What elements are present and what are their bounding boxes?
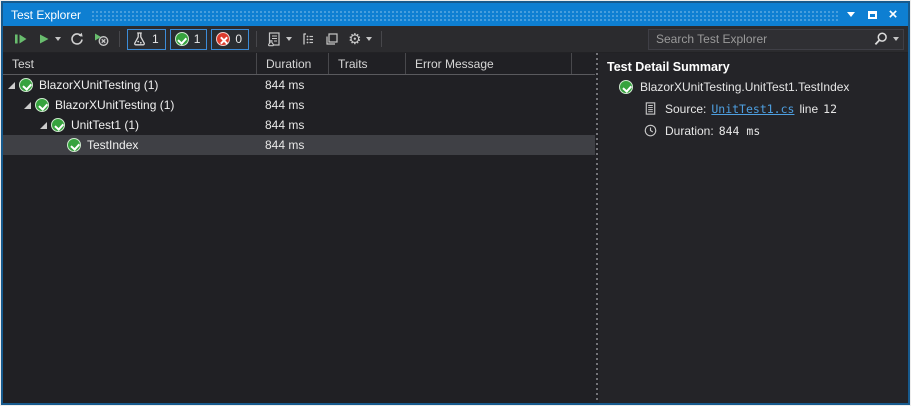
- detail-source-row: Source: UnitTest1.cs line 12: [643, 101, 908, 116]
- detail-test-name: BlazorXUnitTesting.UnitTest1.TestIndex: [640, 80, 850, 94]
- cancel-run-icon: [95, 33, 109, 46]
- source-file-icon: [645, 102, 656, 115]
- passed-icon: [67, 138, 81, 152]
- settings-button[interactable]: ⚙: [345, 28, 374, 50]
- group-by-button[interactable]: [297, 28, 319, 50]
- line-number: 12: [823, 101, 837, 116]
- passed-icon: [619, 80, 633, 94]
- playlist-dropdown-icon[interactable]: [286, 37, 293, 41]
- test-node-duration: 844 ms: [265, 118, 305, 132]
- tool-window-frame: Test Explorer × 1 1 0 ⚙ Search Test Expl…: [1, 1, 910, 405]
- maximize-icon: [867, 10, 877, 19]
- source-file-link[interactable]: UnitTest1.cs: [711, 102, 794, 116]
- toolbar-separator: [119, 31, 120, 47]
- cancel-run-button[interactable]: [90, 28, 113, 50]
- search-box[interactable]: [648, 28, 904, 50]
- filter-failed-tests-button[interactable]: 0: [211, 28, 250, 50]
- search-dropdown-icon[interactable]: [893, 37, 899, 41]
- detail-duration-row: Duration: 844 ms: [643, 123, 908, 138]
- titlebar[interactable]: Test Explorer ×: [3, 3, 908, 26]
- run-icon: [40, 34, 49, 44]
- main-area: Test Duration Traits Error Message Blazo…: [3, 53, 908, 403]
- close-button[interactable]: ×: [884, 6, 902, 23]
- playlist-icon: [268, 32, 280, 47]
- passed-icon: [51, 118, 65, 132]
- test-detail-pane: Test Detail Summary BlazorXUnitTesting.U…: [599, 53, 908, 403]
- test-node-duration: 844 ms: [265, 138, 305, 152]
- column-header-test[interactable]: Test: [3, 53, 256, 74]
- column-header-row: Test Duration Traits Error Message: [3, 53, 595, 75]
- tree-expander-icon[interactable]: [8, 81, 15, 89]
- duration-label: Duration:: [665, 123, 714, 138]
- line-label: line: [799, 101, 819, 116]
- toolbar-separator: [380, 31, 382, 47]
- titlebar-drag-grip[interactable]: [91, 9, 839, 21]
- passed-icon: [19, 78, 33, 92]
- window-menu-button[interactable]: [842, 6, 860, 23]
- maximize-button[interactable]: [863, 6, 881, 23]
- test-tree-row[interactable]: TestIndex 844 ms: [3, 135, 595, 155]
- search-input[interactable]: [656, 32, 873, 46]
- tree-expander-icon[interactable]: [24, 101, 31, 109]
- test-list-pane: Test Duration Traits Error Message Blazo…: [3, 53, 595, 403]
- total-tests-count: 1: [152, 32, 159, 46]
- test-node-label: BlazorXUnitTesting (1): [39, 78, 159, 92]
- repeat-last-run-button[interactable]: [66, 28, 88, 50]
- passed-icon: [35, 98, 49, 112]
- settings-dropdown-icon[interactable]: [365, 37, 372, 41]
- test-tree-row[interactable]: BlazorXUnitTesting (1) 844 ms: [3, 95, 595, 115]
- group-by-icon: [303, 33, 314, 45]
- failed-tests-count: 0: [235, 32, 243, 46]
- run-dropdown-icon[interactable]: [55, 37, 61, 41]
- search-icon[interactable]: [873, 31, 889, 47]
- detail-test-name-row: BlazorXUnitTesting.UnitTest1.TestIndex: [619, 80, 908, 94]
- run-all-icon: [15, 34, 27, 44]
- toolbar: 1 1 0 ⚙ Search Test Explorer: [3, 26, 908, 53]
- playlist-button[interactable]: [263, 28, 295, 50]
- close-icon: ×: [888, 6, 898, 23]
- passed-tests-count: 1: [193, 32, 201, 46]
- failed-icon: [216, 32, 231, 46]
- column-header-spacer: [571, 53, 595, 74]
- test-explorer-window: Test Explorer × 1 1 0 ⚙ Search Test Expl…: [0, 0, 911, 406]
- run-button[interactable]: [34, 28, 64, 50]
- test-tree-row[interactable]: UnitTest1 (1) 844 ms: [3, 115, 595, 135]
- test-node-label: BlazorXUnitTesting (1): [55, 98, 175, 112]
- detail-heading: Test Detail Summary: [607, 60, 730, 74]
- duration-value: 844 ms: [718, 123, 761, 138]
- window-title: Test Explorer: [11, 7, 82, 22]
- cascade-layers-button[interactable]: [321, 28, 343, 50]
- column-header-error-message[interactable]: Error Message: [405, 53, 571, 74]
- flask-icon: [134, 32, 145, 46]
- cascade-layers-icon: [326, 33, 338, 45]
- chevron-down-icon: [847, 12, 855, 17]
- test-tree-row[interactable]: BlazorXUnitTesting (1) 844 ms: [3, 75, 595, 95]
- filter-total-tests-button[interactable]: 1: [127, 28, 166, 50]
- toolbar-separator: [256, 31, 258, 47]
- test-node-duration: 844 ms: [265, 98, 305, 112]
- run-all-button[interactable]: [10, 28, 32, 50]
- test-node-label: UnitTest1 (1): [71, 118, 140, 132]
- clock-icon: [644, 124, 657, 137]
- column-header-traits[interactable]: Traits: [328, 53, 405, 74]
- gear-icon: ⚙: [348, 29, 362, 48]
- source-label: Source:: [665, 101, 707, 116]
- test-tree: BlazorXUnitTesting (1) 844 ms BlazorXUnitT…: [3, 75, 595, 403]
- tree-expander-icon[interactable]: [40, 121, 47, 129]
- repeat-run-icon: [71, 32, 83, 45]
- passed-icon: [174, 32, 189, 46]
- test-node-duration: 844 ms: [265, 78, 305, 92]
- filter-passed-tests-button[interactable]: 1: [169, 28, 208, 50]
- column-header-duration[interactable]: Duration: [256, 53, 328, 74]
- test-node-label: TestIndex: [87, 138, 139, 152]
